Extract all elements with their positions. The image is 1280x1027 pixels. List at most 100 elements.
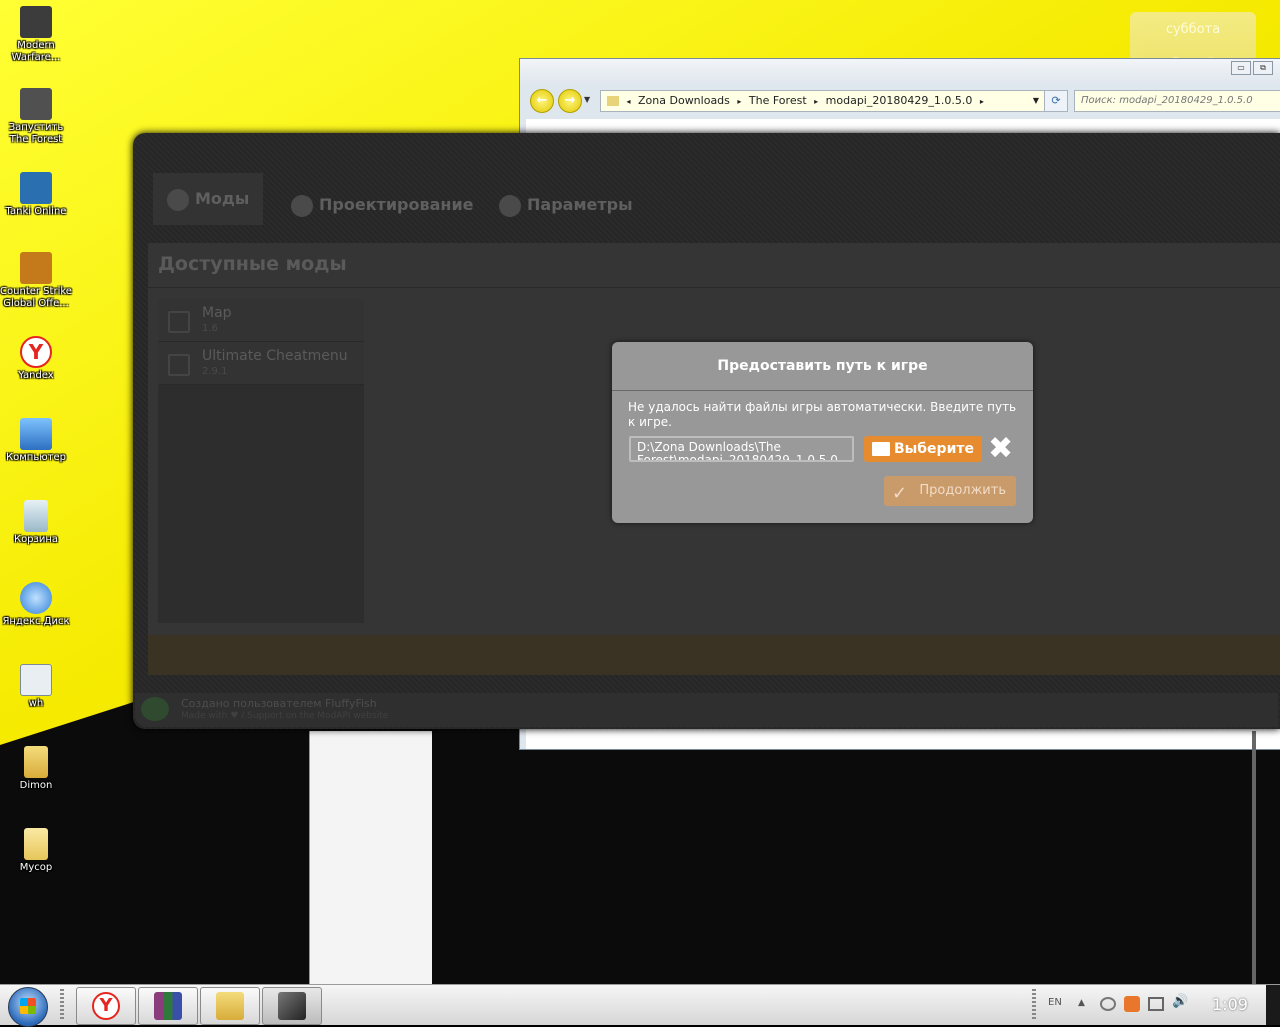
breadcrumb-separator-icon[interactable]: ▸	[814, 97, 818, 106]
yandex-disk-icon	[20, 582, 52, 614]
close-icon[interactable]: ✖	[988, 434, 1014, 464]
avast-icon[interactable]	[1124, 996, 1140, 1012]
desktop-icon-tanki-online[interactable]: Tanki Online	[0, 172, 72, 218]
start-button[interactable]	[8, 987, 48, 1027]
breadcrumb-separator-icon[interactable]: ▸	[737, 97, 741, 106]
taskbar-button-explorer[interactable]	[200, 987, 260, 1025]
turtle-logo-icon	[141, 697, 169, 721]
desktop-icon-label: Tanki Online	[5, 206, 67, 217]
document-icon	[20, 664, 52, 696]
desktop-icon-computer[interactable]: Компьютер	[0, 418, 72, 464]
refresh-icon: ⟳	[1051, 94, 1061, 107]
computer-icon	[20, 418, 52, 450]
user-folder-icon	[24, 746, 48, 778]
settings-icon	[499, 194, 521, 217]
breadcrumb-item[interactable]: modapi_20180429_1.0.5.0	[826, 94, 973, 107]
continue-label: Продолжить	[919, 483, 1006, 498]
address-dropdown-icon[interactable]: ▼	[1033, 91, 1039, 111]
history-dropdown-icon[interactable]: ▼	[584, 95, 590, 104]
desktop-icon-label: Modern Warfare...	[11, 40, 61, 63]
explorer-nav-pane[interactable]	[309, 731, 432, 984]
taskbar-grip[interactable]	[60, 989, 64, 1021]
desktop-icon-the-forest[interactable]: Запустить The Forest	[0, 88, 72, 146]
arrow-right-icon: →	[564, 93, 576, 108]
mod-list: Map 1.6 Ultimate Cheatmenu 2.9.1	[158, 299, 364, 623]
action-center-icon[interactable]	[1148, 997, 1164, 1011]
language-indicator[interactable]: EN	[1048, 997, 1062, 1008]
browse-label: Выберите	[893, 441, 974, 457]
window-controls: ▭ ⧉	[1231, 61, 1273, 75]
call-of-duty-icon	[20, 6, 52, 38]
desktop-icon-recycle-bin[interactable]: Корзина	[0, 500, 72, 546]
address-bar[interactable]: ◂ Zona Downloads ▸ The Forest ▸ modapi_2…	[600, 90, 1046, 112]
mod-name: Map	[202, 305, 232, 321]
refresh-button[interactable]: ⟳	[1044, 90, 1068, 112]
yandex-browser-icon: Y	[20, 336, 52, 368]
open-folder-icon	[872, 442, 890, 456]
explorer-taskbar-icon	[216, 992, 244, 1020]
yandex-taskbar-icon: Y	[92, 992, 120, 1020]
taskbar-button-winrar[interactable]	[138, 987, 198, 1025]
tab-mods[interactable]: Моды	[153, 173, 264, 225]
tab-label: Проектирование	[319, 195, 474, 214]
design-icon	[291, 194, 313, 217]
mod-checkbox[interactable]	[168, 311, 190, 333]
search-input[interactable]: Поиск: modapi_20180429_1.0.5.0	[1074, 90, 1280, 112]
taskbar-button-modapi[interactable]	[262, 987, 322, 1025]
desktop-icon-wh[interactable]: wh	[0, 664, 72, 710]
minimize-button[interactable]: ▭	[1231, 61, 1251, 75]
divider	[148, 287, 1280, 288]
desktop-icon-musor[interactable]: Мусор	[0, 828, 72, 874]
continue-button[interactable]: ✓ Продолжить	[884, 476, 1016, 506]
folder-icon	[607, 96, 619, 106]
taskbar-button-yandex[interactable]: Y	[76, 987, 136, 1025]
maximize-button[interactable]: ⧉	[1253, 61, 1273, 75]
desktop-icon-modern-warfare[interactable]: Modern Warfare...	[0, 6, 72, 64]
desktop-icon-label: Компьютер	[6, 452, 66, 463]
mods-icon	[167, 188, 189, 211]
explorer-titlebar[interactable]: ▭ ⧉	[520, 59, 1280, 85]
tab-settings[interactable]: Параметры	[499, 179, 633, 231]
tab-label: Моды	[195, 189, 250, 208]
tanki-online-icon	[20, 172, 52, 204]
tray-grip[interactable]	[1032, 989, 1036, 1021]
show-hidden-icons-icon[interactable]: ▲	[1078, 998, 1085, 1008]
mod-version: 2.9.1	[202, 366, 228, 377]
modapi-taskbar-icon	[278, 992, 306, 1020]
back-button[interactable]: ←	[530, 89, 554, 113]
desktop-icon-yandex[interactable]: Y Yandex	[0, 336, 72, 382]
tab-label: Параметры	[527, 195, 633, 214]
dialog-title: Предоставить путь к игре	[612, 342, 1033, 391]
taskbar-clock[interactable]: 1:09	[1212, 995, 1248, 1014]
mod-version: 1.6	[202, 323, 218, 334]
breadcrumb-item[interactable]: Zona Downloads	[638, 94, 730, 107]
panel-footer-bar	[148, 635, 1280, 675]
explorer-border	[1252, 731, 1256, 984]
desktop-icon-label: Корзина	[13, 534, 59, 545]
tab-design[interactable]: Проектирование	[291, 179, 474, 231]
checkmark-icon: ✓	[892, 483, 908, 504]
dialog-message: Не удалось найти файлы игры автоматическ…	[628, 400, 1017, 429]
breadcrumb-item[interactable]: The Forest	[749, 94, 807, 107]
desktop-icon-label: Yandex	[18, 370, 54, 381]
credits-author: Создано пользователем FluffyFish	[181, 697, 377, 710]
recycle-bin-icon	[24, 500, 48, 532]
the-forest-icon	[20, 88, 52, 120]
breadcrumb-separator-icon[interactable]: ▸	[980, 97, 984, 106]
show-desktop-button[interactable]	[1266, 985, 1280, 1025]
desktop-icon-label: Запустить The Forest	[8, 122, 64, 145]
browse-button[interactable]: Выберите	[864, 436, 982, 462]
credits-support[interactable]: Made with ♥ / Support on the ModAPI webs…	[181, 711, 388, 721]
taskbar: Y EN ▲ 🔊 1:09	[0, 984, 1280, 1027]
network-icon[interactable]	[1100, 997, 1116, 1011]
list-item[interactable]: Ultimate Cheatmenu 2.9.1	[158, 342, 364, 385]
forward-button[interactable]: →	[558, 89, 582, 113]
mod-checkbox[interactable]	[168, 354, 190, 376]
list-item[interactable]: Map 1.6	[158, 299, 364, 342]
desktop-icon-counter-strike[interactable]: Counter Strike Global Offe...	[0, 252, 72, 310]
desktop-icon-label: Counter Strike Global Offe...	[0, 286, 72, 309]
game-path-input[interactable]: D:\Zona Downloads\The Forest\modapi_2018…	[629, 436, 854, 462]
desktop-icon-yandex-disk[interactable]: Яндекс.Диск	[0, 582, 72, 628]
desktop-icon-dimon[interactable]: Dimon	[0, 746, 72, 792]
volume-icon[interactable]: 🔊	[1172, 994, 1188, 1009]
